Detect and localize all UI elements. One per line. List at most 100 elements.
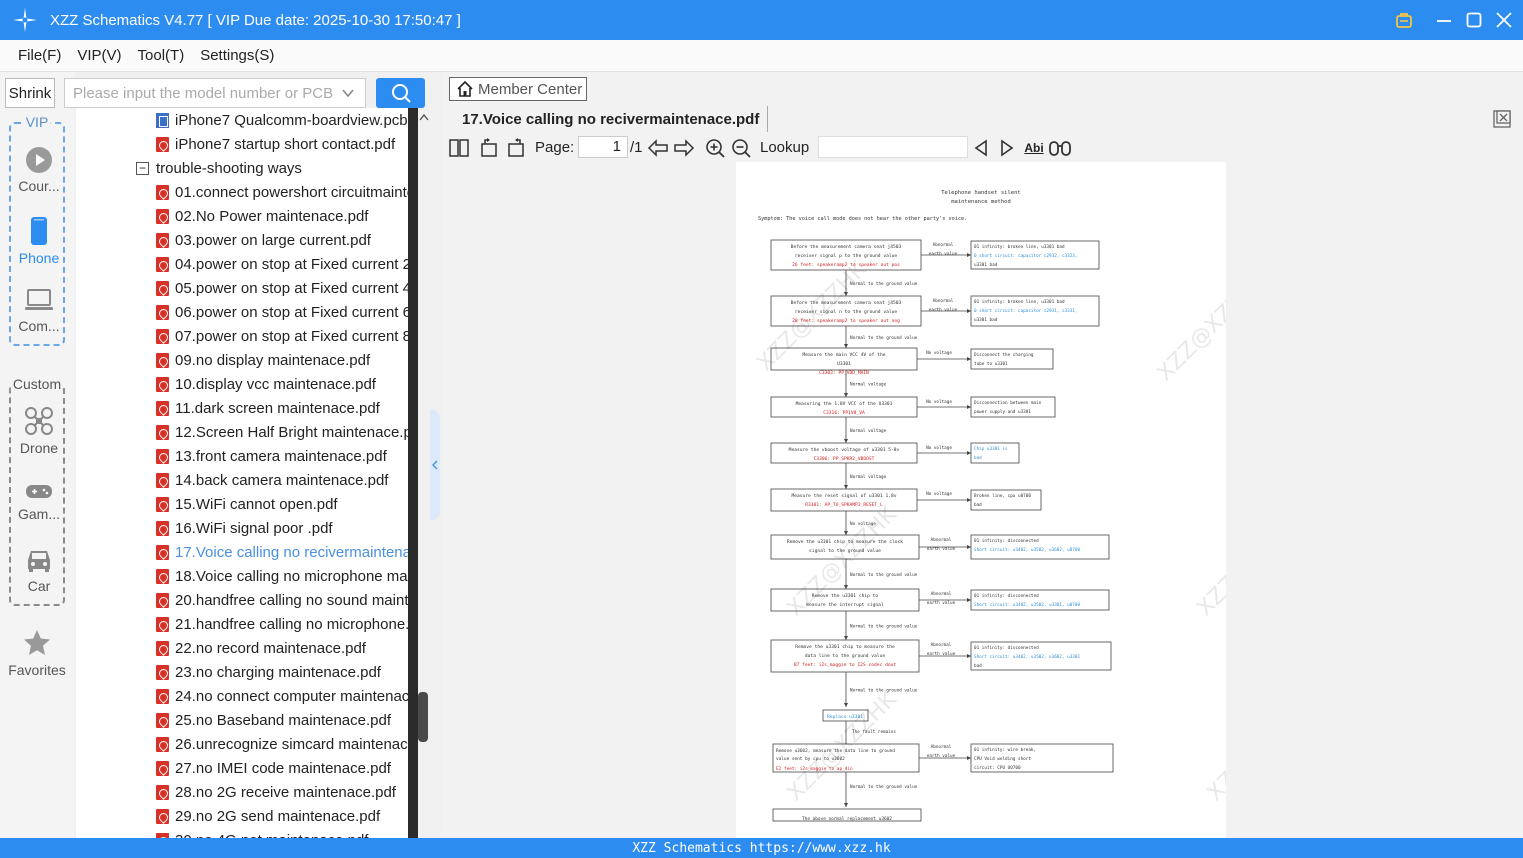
- search-button[interactable]: [376, 78, 425, 108]
- tree-file-item[interactable]: 05.power on stop at Fixed current 4: [156, 276, 411, 300]
- tree-file-item[interactable]: 14.back camera maintenace.pdf: [156, 468, 388, 492]
- find-all-icon[interactable]: [1049, 137, 1071, 159]
- tree-file-item[interactable]: 17.Voice calling no recivermaintenace.pd…: [156, 540, 416, 564]
- tree-file-item[interactable]: 28.no 2G receive maintenace.pdf: [156, 780, 396, 804]
- collapse-toggle-icon[interactable]: −: [136, 161, 149, 175]
- tree-file-item[interactable]: 23.no charging maintenace.pdf: [156, 660, 381, 684]
- minimize-button[interactable]: [1435, 11, 1453, 29]
- pdf-file-icon: [156, 760, 169, 776]
- rail-item-courses[interactable]: Cour...: [11, 146, 67, 194]
- two-page-view-icon[interactable]: [448, 137, 470, 159]
- rail-item-favorites[interactable]: Favorites: [8, 628, 66, 678]
- flowchart-text: u3301 bad: [974, 262, 998, 268]
- flowchart-text: maintenance method: [951, 199, 1011, 205]
- member-center-button[interactable]: Member Center: [449, 77, 587, 101]
- tree-file-item[interactable]: 27.no IMEI code maintenace.pdf: [156, 756, 391, 780]
- flowchart-text: Measuring the 1.8V VCC of the U3301: [796, 401, 893, 407]
- arrow-head: [844, 485, 848, 489]
- tree-file-item[interactable]: 01.connect powershort circuitmaintenace.…: [156, 180, 416, 204]
- flowchart-text: 01 infinity: wire break,: [974, 747, 1036, 753]
- menu-settings[interactable]: Settings(S): [200, 47, 274, 64]
- lookup-input[interactable]: [818, 136, 968, 158]
- tree-file-item[interactable]: 13.front camera maintenace.pdf: [156, 444, 387, 468]
- tree-file-item[interactable]: 18.Voice calling no microphone maintenac…: [156, 564, 416, 588]
- previous-page-icon[interactable]: [647, 137, 669, 159]
- pdf-file-icon: [156, 400, 169, 416]
- rail-item-label: Drone: [19, 440, 59, 456]
- flowchart-text: The above normal replacement u3602: [802, 816, 892, 822]
- menu-vip[interactable]: VIP(V): [77, 47, 121, 64]
- zoom-out-icon[interactable]: [730, 137, 752, 159]
- flowchart-text: power supply and u3301: [974, 409, 1031, 415]
- find-previous-icon[interactable]: [970, 137, 992, 159]
- flowchart-text: 01 infinity: broken line, u3301 bad: [974, 299, 1065, 305]
- tree-file-item[interactable]: 10.display vcc maintenace.pdf: [156, 372, 376, 396]
- tree-file-item[interactable]: 16.WiFi signal poor .pdf: [156, 516, 333, 540]
- collapse-handle[interactable]: [430, 410, 440, 520]
- tree-folder[interactable]: − trouble-shooting ways: [136, 156, 302, 180]
- pdf-file-icon: [156, 736, 169, 752]
- arrow-head: [844, 344, 848, 348]
- home-icon: [457, 80, 473, 97]
- model-search-input[interactable]: Please input the model number or PCB: [64, 78, 366, 108]
- rail-item-car[interactable]: Car: [11, 546, 67, 594]
- pdf-file-icon: [156, 448, 169, 464]
- pdf-file-icon: [156, 808, 169, 824]
- tree-file-item[interactable]: iPhone7 Qualcomm-boardview.pcb: [156, 108, 408, 132]
- close-document-icon[interactable]: [1493, 110, 1511, 128]
- pdf-page[interactable]: Telephone handset silent maintenance meth…: [736, 162, 1226, 838]
- tree-file-item[interactable]: 26.unrecognize simcard maintenace.pdf: [156, 732, 416, 756]
- tree-file-item[interactable]: 22.no record maintenace.pdf: [156, 636, 366, 660]
- rail-item-phone[interactable]: Phone: [11, 216, 67, 266]
- close-button[interactable]: [1495, 11, 1513, 29]
- tree-file-item[interactable]: 25.no Baseband maintenace.pdf: [156, 708, 391, 732]
- flowchart-text: CPU Void welding short: [974, 756, 1031, 762]
- next-page-icon[interactable]: [673, 137, 695, 159]
- star-icon: [24, 630, 50, 655]
- tree-file-item[interactable]: 11.dark screen maintenace.pdf: [156, 396, 380, 420]
- page-number-input[interactable]: 1: [578, 136, 628, 158]
- shrink-button[interactable]: Shrink: [5, 78, 55, 108]
- flowchart-text: earth value: [927, 651, 956, 657]
- tree-file-item[interactable]: 04.power on stop at Fixed current 2: [156, 252, 411, 276]
- maximize-button[interactable]: [1465, 11, 1483, 29]
- tree-file-item[interactable]: 24.no connect computer maintenace.pdf: [156, 684, 416, 708]
- find-next-icon[interactable]: [996, 137, 1018, 159]
- zoom-in-icon[interactable]: [704, 137, 726, 159]
- tree-file-item[interactable]: 29.no 2G send maintenace.pdf: [156, 804, 380, 828]
- rotate-right-icon[interactable]: [505, 137, 527, 159]
- menu-file[interactable]: File(F): [18, 47, 61, 64]
- tree-file-item[interactable]: 06.power on stop at Fixed current 6: [156, 300, 411, 324]
- tree-file-item[interactable]: 30.no 4G net maintenace.pdf: [156, 828, 368, 838]
- tree-file-item[interactable]: 02.No Power maintenace.pdf: [156, 204, 368, 228]
- tree-file-item[interactable]: 15.WiFi cannot open.pdf: [156, 492, 338, 516]
- flowchart-text: R3301: AP_TO_SPKAMP2_RESET_L: [805, 502, 883, 508]
- document-tab[interactable]: 17.Voice calling no recivermaintenace.pd…: [452, 106, 768, 132]
- tree-file-item[interactable]: 20.handfree calling no sound maintenace.…: [156, 588, 416, 612]
- rail-item-drone[interactable]: Drone: [11, 406, 67, 456]
- tree-file-item[interactable]: 12.Screen Half Bright maintenace.pdf: [156, 420, 416, 444]
- flowchart-text: Abnormal: [931, 642, 952, 648]
- pdf-file-icon: [156, 256, 169, 272]
- rail-item-computer[interactable]: Com...: [11, 288, 67, 334]
- tree-file-item[interactable]: iPhone7 startup short contact.pdf: [156, 132, 395, 156]
- flowchart-text: No voltage: [926, 445, 952, 451]
- match-case-button[interactable]: Abi: [1022, 137, 1046, 159]
- vip-bag-icon[interactable]: [1395, 11, 1413, 29]
- tree-scrollbar-thumb[interactable]: [418, 692, 428, 742]
- chevron-down-icon[interactable]: [341, 86, 355, 100]
- arrow-head: [967, 405, 971, 409]
- rail-item-game[interactable]: Gam...: [11, 480, 67, 522]
- tree-scrollbar-track[interactable]: [408, 108, 418, 838]
- tree-file-item[interactable]: 03.power on large current.pdf: [156, 228, 371, 252]
- tree-file-item[interactable]: 21.handfree calling no microphone.pdf: [156, 612, 416, 636]
- flowchart-text: Measure the main VCC 4V of the: [803, 352, 886, 358]
- app-logo-icon: [0, 7, 50, 33]
- tree-file-item[interactable]: 07.power on stop at Fixed current 8: [156, 324, 411, 348]
- scroll-up-icon[interactable]: [418, 112, 430, 124]
- rotate-left-icon[interactable]: [478, 137, 500, 159]
- menu-tool[interactable]: Tool(T): [138, 47, 185, 64]
- rail-item-label: Phone: [18, 250, 60, 266]
- tree-file-item[interactable]: 09.no display maintenace.pdf: [156, 348, 370, 372]
- pdf-file-icon: [156, 592, 169, 608]
